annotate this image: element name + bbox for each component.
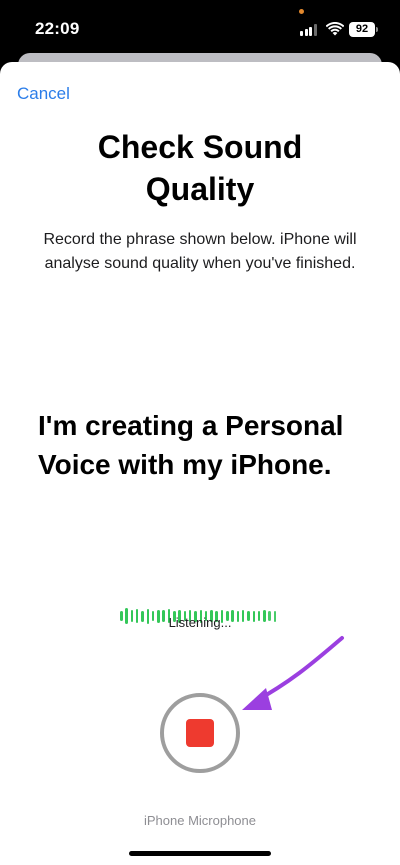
status-bar: 22:09 92 <box>0 0 400 56</box>
stop-recording-button[interactable] <box>160 693 240 773</box>
status-time: 22:09 <box>35 19 80 38</box>
page-title: Check Sound Quality <box>97 129 303 207</box>
camera-indicator-dot <box>299 9 304 14</box>
listening-status: Listening... <box>168 615 232 630</box>
annotation-arrow-icon <box>242 636 344 710</box>
phrase-text: I'm creating a Personal Voice with my iP… <box>38 410 344 480</box>
home-indicator[interactable] <box>129 851 271 856</box>
cancel-button[interactable]: Cancel <box>17 84 70 104</box>
signal-icon <box>300 24 320 36</box>
wifi-icon <box>326 22 344 36</box>
battery-icon: 92 <box>349 22 375 37</box>
battery-nub <box>376 27 378 32</box>
check-sound-quality-sheet: Cancel Check Sound Quality Record the ph… <box>0 62 400 865</box>
microphone-source-label: iPhone Microphone <box>143 813 257 828</box>
instructions-text: Record the phrase shown below. iPhone wi… <box>43 231 357 272</box>
stop-icon <box>186 719 214 747</box>
